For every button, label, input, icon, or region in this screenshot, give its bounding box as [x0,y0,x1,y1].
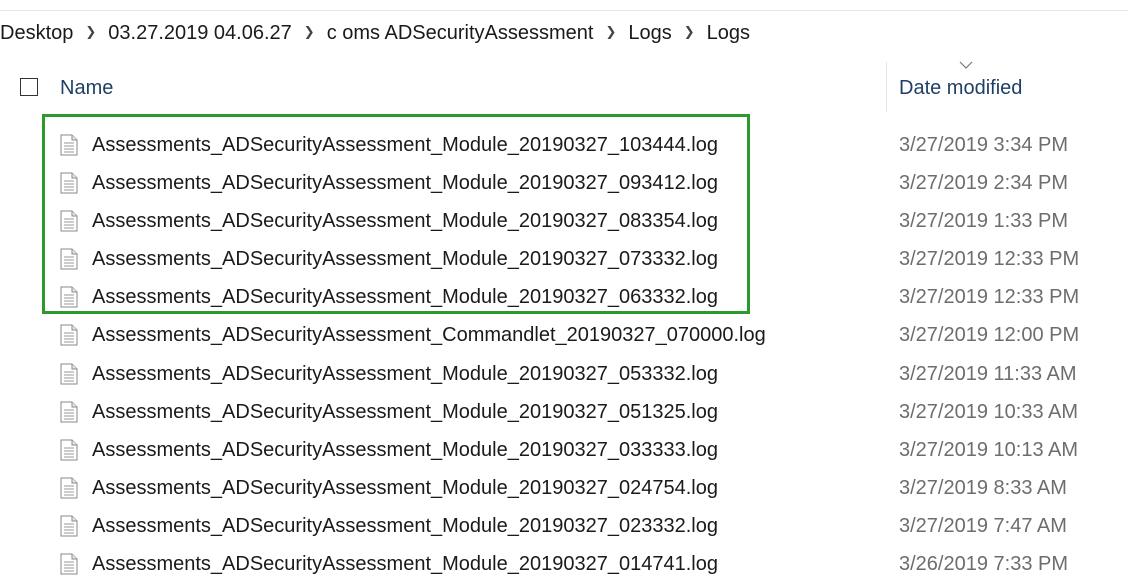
file-name: Assessments_ADSecurityAssessment_Module_… [92,286,718,309]
file-name: Assessments_ADSecurityAssessment_Command… [92,324,766,347]
file-row[interactable]: Assessments_ADSecurityAssessment_Module_… [0,164,1128,202]
file-name: Assessments_ADSecurityAssessment_Module_… [92,210,718,233]
document-icon [60,172,78,194]
file-row[interactable]: Assessments_ADSecurityAssessment_Module_… [0,507,1128,545]
chevron-right-icon[interactable]: ❯ [597,24,624,40]
file-name: Assessments_ADSecurityAssessment_Module_… [92,134,718,156]
document-icon [60,134,78,156]
chevron-right-icon[interactable]: ❯ [296,24,323,40]
document-icon [60,553,78,575]
file-name: Assessments_ADSecurityAssessment_Module_… [92,476,718,499]
file-row[interactable]: Assessments_ADSecurityAssessment_Module_… [0,278,1128,316]
column-header-date-modified[interactable]: Date modified [899,77,1022,100]
file-row[interactable]: Assessments_ADSecurityAssessment_Module_… [0,393,1128,431]
column-header-name[interactable]: Name [60,77,113,100]
file-date-modified: 3/27/2019 10:33 AM [899,400,1079,423]
file-row[interactable]: Assessments_ADSecurityAssessment_Module_… [0,545,1128,583]
chevron-right-icon[interactable]: ❯ [77,24,104,40]
document-icon [60,210,78,232]
document-icon [60,515,78,537]
file-date-modified: 3/27/2019 8:33 AM [899,476,1067,499]
file-name: Assessments_ADSecurityAssessment_Module_… [92,362,718,385]
file-row[interactable]: Assessments_ADSecurityAssessment_Module_… [0,431,1128,469]
file-date-modified: 3/27/2019 12:33 PM [899,286,1080,309]
file-name: Assessments_ADSecurityAssessment_Module_… [92,172,718,195]
document-icon [60,477,78,499]
file-row[interactable]: Assessments_ADSecurityAssessment_Module_… [0,469,1128,507]
document-icon [60,286,78,308]
file-row[interactable]: Assessments_ADSecurityAssessment_Module_… [0,202,1128,240]
breadcrumb-assessment-folder[interactable]: c oms ADSecurityAssessment [323,22,598,45]
document-icon [60,248,78,270]
chevron-right-icon[interactable]: ❯ [676,24,703,40]
file-date-modified: 3/27/2019 2:34 PM [899,172,1069,195]
file-row[interactable]: Assessments_ADSecurityAssessment_Module_… [0,355,1128,393]
select-all-checkbox[interactable] [20,78,38,96]
breadcrumb-desktop[interactable]: Desktop [0,22,77,45]
file-name: Assessments_ADSecurityAssessment_Module_… [92,400,718,423]
file-date-modified: 3/27/2019 10:13 AM [899,438,1079,461]
document-icon [60,401,78,423]
breadcrumb: Desktop ❯ 03.27.2019 04.06.27 ❯ c oms AD… [0,16,754,50]
document-icon [60,324,78,346]
chevron-down-icon [959,61,973,69]
breadcrumb-logs-current[interactable]: Logs [703,22,754,45]
file-name: Assessments_ADSecurityAssessment_Module_… [92,438,718,461]
file-date-modified: 3/27/2019 3:34 PM [899,134,1069,156]
column-divider[interactable] [886,62,887,112]
window-top-edge [0,0,1128,11]
file-row[interactable]: Assessments_ADSecurityAssessment_Module_… [0,126,1128,164]
file-date-modified: 3/27/2019 11:33 AM [899,362,1077,385]
breadcrumb-date-folder[interactable]: 03.27.2019 04.06.27 [104,22,296,45]
file-date-modified: 3/27/2019 1:33 PM [899,210,1069,233]
file-list: Assessments_ADSecurityAssessment_Module_… [0,126,1128,583]
file-name: Assessments_ADSecurityAssessment_Module_… [92,248,718,271]
breadcrumb-logs-parent[interactable]: Logs [624,22,675,45]
file-date-modified: 3/27/2019 12:33 PM [899,248,1080,271]
column-header-row: Name Date modified [0,61,1128,112]
file-row[interactable]: Assessments_ADSecurityAssessment_Module_… [0,240,1128,278]
document-icon [60,363,78,385]
file-date-modified: 3/27/2019 12:00 PM [899,324,1080,347]
file-row[interactable]: Assessments_ADSecurityAssessment_Command… [0,316,1128,354]
file-name: Assessments_ADSecurityAssessment_Module_… [92,553,718,576]
file-date-modified: 3/26/2019 7:33 PM [899,553,1069,576]
document-icon [60,439,78,461]
file-date-modified: 3/27/2019 7:47 AM [899,514,1067,537]
file-name: Assessments_ADSecurityAssessment_Module_… [92,514,718,537]
